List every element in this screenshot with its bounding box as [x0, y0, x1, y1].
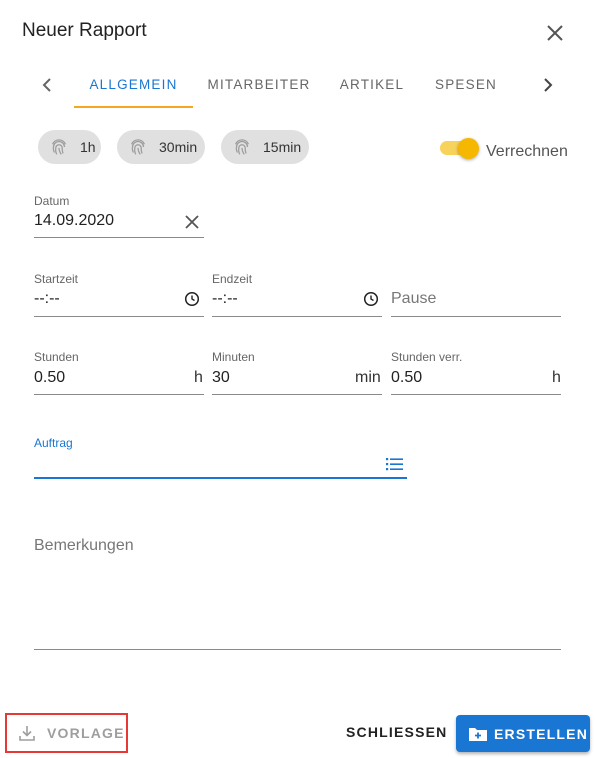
endzeit-label: Endzeit: [212, 272, 253, 286]
fingerprint-icon: [51, 139, 67, 155]
stunden-input[interactable]: 0.50: [34, 369, 65, 387]
chip-1h[interactable]: 1h: [38, 130, 101, 164]
fingerprint-icon: [234, 139, 250, 155]
switch-knob[interactable]: [458, 138, 479, 159]
chip-label: 1h: [80, 139, 96, 155]
tab-artikel[interactable]: Artikel: [329, 60, 415, 108]
datum-label: Datum: [34, 194, 70, 208]
tab-allgemein[interactable]: Allgemein: [74, 60, 193, 108]
erstellen-label: ERSTELLEN: [494, 725, 589, 742]
auftrag-input[interactable]: [34, 455, 374, 475]
auftrag-underline: [34, 477, 407, 479]
auftrag-label: Auftrag: [34, 436, 73, 450]
pause-input[interactable]: Pause: [391, 290, 436, 308]
datum-input[interactable]: 14.09.2020: [34, 212, 114, 230]
tab-bar: Allgemein Mitarbeiter Artikel Spesen: [0, 60, 596, 110]
bemerkungen-underline: [34, 649, 561, 650]
endzeit-input[interactable]: --:--: [212, 290, 238, 308]
clock-icon[interactable]: [184, 291, 200, 307]
minuten-underline: [212, 394, 382, 395]
startzeit-label: Startzeit: [34, 272, 79, 286]
stunden-label: Stunden: [34, 350, 79, 364]
datum-underline: [34, 237, 204, 238]
minuten-label: Minuten: [212, 350, 255, 364]
clear-icon[interactable]: [182, 212, 202, 232]
stunden-underline: [34, 394, 204, 395]
download-icon: [19, 726, 35, 741]
chip-label: 30min: [159, 139, 198, 155]
chip-15min[interactable]: 15min: [221, 130, 309, 164]
schliessen-button[interactable]: SCHLIESSEN: [346, 724, 447, 740]
fingerprint-icon: [130, 139, 146, 155]
chevron-right-icon[interactable]: [535, 72, 561, 98]
vorlage-label: VORLAGE: [47, 725, 125, 741]
folder-plus-icon: [469, 727, 487, 741]
stunden-verr-label: Stunden verr.: [391, 350, 463, 364]
startzeit-input[interactable]: --:--: [34, 290, 60, 308]
stunden-verr-suffix: h: [552, 369, 561, 386]
dialog-title: Neuer Rapport: [22, 20, 147, 41]
minuten-suffix: min: [355, 369, 381, 386]
pause-underline: [391, 316, 561, 317]
clock-icon[interactable]: [363, 291, 379, 307]
bemerkungen-textarea[interactable]: Bemerkungen: [34, 537, 561, 645]
close-icon[interactable]: [542, 20, 568, 46]
list-icon[interactable]: [385, 456, 405, 472]
stunden-verr-input[interactable]: 0.50: [391, 369, 422, 387]
verrechnen-label: Verrechnen: [486, 143, 568, 160]
stunden-verr-underline: [391, 394, 561, 395]
endzeit-underline: [212, 316, 382, 317]
startzeit-underline: [34, 316, 204, 317]
tab-mitarbeiter[interactable]: Mitarbeiter: [197, 60, 321, 108]
active-tab-indicator: [74, 106, 193, 108]
chip-30min[interactable]: 30min: [117, 130, 205, 164]
erstellen-button[interactable]: ERSTELLEN: [456, 715, 590, 752]
stunden-suffix: h: [194, 369, 203, 386]
chip-label: 15min: [263, 139, 302, 155]
tab-spesen[interactable]: Spesen: [424, 60, 508, 108]
vorlage-button[interactable]: VORLAGE: [5, 713, 128, 753]
chevron-left-icon[interactable]: [34, 72, 60, 98]
minuten-input[interactable]: 30: [212, 369, 230, 387]
